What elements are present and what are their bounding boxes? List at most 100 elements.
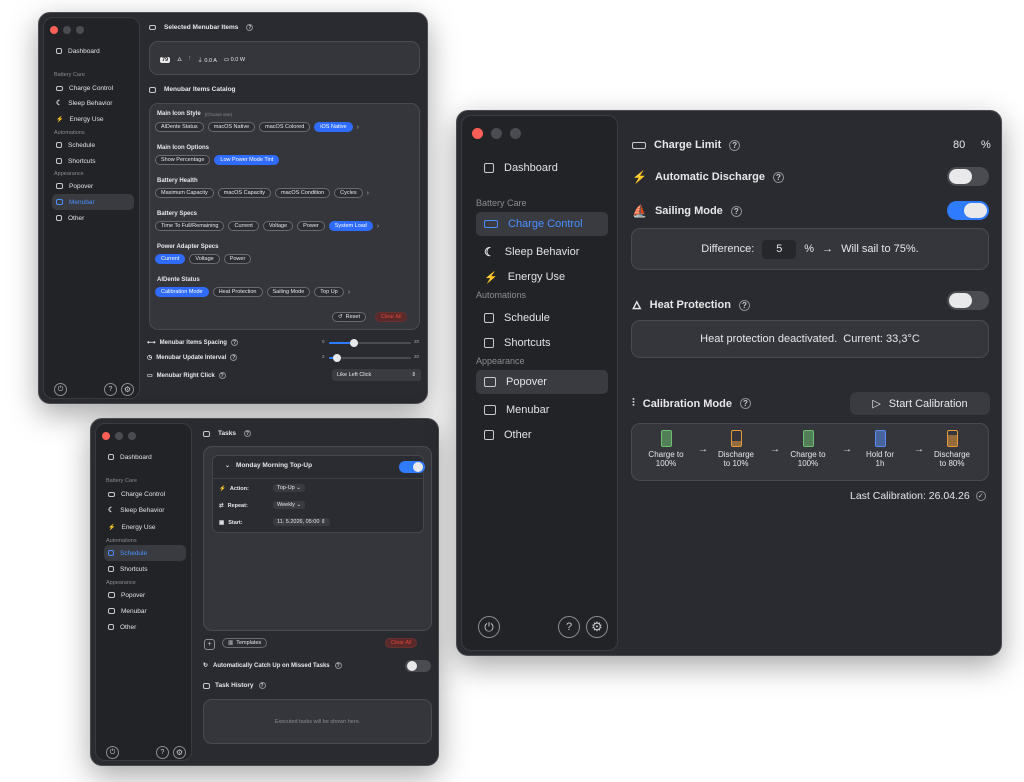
battery-percent-badge[interactable]: 79 (160, 56, 171, 63)
sidebar-item-energy-use[interactable]: ⚡ Energy Use (476, 265, 608, 289)
close-icon[interactable] (50, 26, 58, 34)
sidebar-item-schedule[interactable]: Schedule (52, 138, 134, 152)
chip-maximum-capacity[interactable]: Maximum Capacity (155, 188, 214, 198)
sidebar-item-schedule[interactable]: Schedule (476, 306, 608, 330)
chip-macos-colored[interactable]: macOS Colored (259, 122, 311, 132)
zoom-icon[interactable] (510, 128, 521, 139)
clear-all-tasks-button[interactable]: Clear All (385, 638, 418, 648)
minimize-icon[interactable] (63, 26, 71, 34)
charge-limit-value[interactable]: 80 (953, 139, 965, 151)
chip-sailing-mode[interactable]: Sailing Mode (266, 287, 311, 297)
zoom-icon[interactable] (76, 26, 84, 34)
chip-macos-capacity[interactable]: macOS Capacity (217, 188, 272, 198)
info-icon[interactable]: ? (729, 139, 741, 151)
power-button[interactable]: ⏻ (478, 616, 500, 638)
start-calibration-button[interactable]: ▷ Start Calibration (850, 392, 990, 415)
chip-ios-native[interactable]: iOS Native (314, 122, 353, 132)
interval-slider[interactable] (329, 354, 411, 362)
task-header[interactable]: ⌄ Monday Morning Top-Up (225, 462, 312, 469)
chip-adapter-power[interactable]: Power (223, 254, 252, 264)
chevron-right-icon[interactable]: › (357, 124, 359, 131)
chip-low-power-tint[interactable]: Low Power Mode Tint (214, 155, 280, 165)
sidebar-item-popover[interactable]: Popover (52, 179, 134, 193)
info-icon[interactable]: ? (246, 24, 254, 31)
auto-catch-up-toggle[interactable] (405, 660, 431, 672)
sailing-mode-toggle[interactable] (947, 201, 989, 220)
minimize-icon[interactable] (115, 432, 123, 440)
chip-system-load[interactable]: System Load (328, 221, 373, 231)
sidebar-item-charge-control[interactable]: Charge Control (104, 487, 186, 501)
chip-show-percentage[interactable]: Show Percentage (155, 155, 211, 165)
chip-calibration-mode[interactable]: Calibration Mode (155, 287, 209, 297)
info-icon[interactable]: ? (258, 682, 266, 689)
chip-time-to-full[interactable]: Time To Full/Remaining (155, 221, 225, 231)
sidebar-item-charge-control[interactable]: Charge Control (52, 81, 134, 95)
close-icon[interactable] (102, 432, 110, 440)
chip-top-up[interactable]: Top Up (314, 287, 344, 297)
sidebar-item-other[interactable]: Other (476, 423, 608, 447)
clear-all-button[interactable]: Clear All (374, 312, 408, 322)
chip-power[interactable]: Power (297, 221, 325, 231)
chip-cycles[interactable]: Cycles (334, 188, 363, 198)
sidebar-item-schedule[interactable]: Schedule (104, 545, 186, 561)
info-icon[interactable]: ? (730, 205, 742, 217)
task-enabled-toggle[interactable] (399, 461, 425, 473)
spacing-slider[interactable] (329, 339, 411, 347)
chip-adapter-current[interactable]: Current (155, 254, 186, 264)
power-button[interactable]: ⏻ (54, 383, 67, 396)
sidebar-item-popover[interactable]: Popover (476, 370, 608, 394)
action-select[interactable]: Top-Up ⌄ (273, 484, 305, 492)
sliders-icon[interactable]: ⫶ (189, 56, 190, 63)
chip-macos-condition[interactable]: macOS Condition (275, 188, 331, 198)
repeat-select[interactable]: Weekly ⌄ (273, 501, 306, 509)
flame-icon[interactable]: 🜂 (177, 54, 182, 65)
chevron-right-icon[interactable]: › (377, 223, 379, 230)
chip-heat-protection[interactable]: Heat Protection (212, 287, 263, 297)
sidebar-item-energy-use[interactable]: ⚡ Energy Use (104, 520, 186, 534)
sidebar-item-sleep-behavior[interactable]: ☾ Sleep Behavior (104, 503, 186, 517)
sidebar-item-energy-use[interactable]: ⚡ Energy Use (52, 112, 134, 126)
minimize-icon[interactable] (491, 128, 502, 139)
chip-aldente-status[interactable]: AlDente Status (155, 122, 204, 132)
settings-button[interactable]: ⚙ (586, 616, 608, 638)
zoom-icon[interactable] (128, 432, 136, 440)
sidebar-item-sleep-behavior[interactable]: ☾ Sleep Behavior (52, 96, 134, 110)
heat-protection-toggle[interactable] (947, 291, 989, 310)
sidebar-item-menubar[interactable]: Menubar (476, 398, 608, 422)
help-button[interactable]: ? (558, 616, 580, 638)
chevron-right-icon[interactable]: › (348, 289, 350, 296)
info-icon[interactable]: ? (218, 372, 226, 379)
add-task-button[interactable]: + (204, 639, 215, 650)
templates-button[interactable]: ▥ Templates (222, 638, 268, 648)
chip-current[interactable]: Current (228, 221, 259, 231)
info-icon[interactable]: ? (230, 339, 238, 346)
sidebar-item-charge-control[interactable]: Charge Control (476, 212, 608, 236)
chevron-right-icon[interactable]: › (367, 190, 369, 197)
info-icon[interactable]: ? (243, 430, 251, 437)
info-icon[interactable]: ? (230, 354, 238, 361)
auto-discharge-toggle[interactable] (947, 167, 989, 186)
info-icon[interactable]: ? (334, 662, 342, 669)
sidebar-item-shortcuts[interactable]: Shortcuts (52, 154, 134, 168)
right-click-select[interactable]: Like Left Click ⇕ (332, 369, 421, 381)
close-icon[interactable] (472, 128, 483, 139)
sidebar-item-shortcuts[interactable]: Shortcuts (104, 562, 186, 576)
info-icon[interactable]: ? (739, 398, 751, 409)
chevron-down-icon[interactable]: ⌄ (225, 462, 230, 469)
sidebar-item-sleep-behavior[interactable]: ☾ Sleep Behavior (476, 240, 608, 264)
sidebar-item-menubar[interactable]: Menubar (104, 604, 186, 618)
interval-slider-thumb[interactable] (333, 354, 342, 362)
sidebar-item-dashboard[interactable]: Dashboard (104, 450, 186, 464)
preview-power[interactable]: ▭ 0.0 W (224, 57, 245, 63)
spacing-slider-thumb[interactable] (349, 339, 358, 347)
preview-current[interactable]: ⏚ 0.0 A (197, 56, 217, 64)
chip-macos-native[interactable]: macOS Native (207, 122, 256, 132)
sidebar-item-shortcuts[interactable]: Shortcuts (476, 331, 608, 355)
sidebar-item-popover[interactable]: Popover (104, 588, 186, 602)
sidebar-item-other[interactable]: Other (104, 620, 186, 634)
sidebar-item-menubar[interactable]: Menubar (52, 194, 134, 210)
help-button[interactable]: ? (104, 383, 117, 396)
start-datetime-field[interactable]: 11. 5.2026, 05:00 ⇕ (273, 518, 330, 526)
chip-voltage[interactable]: Voltage (262, 221, 294, 231)
difference-input[interactable]: 5 (762, 239, 797, 259)
